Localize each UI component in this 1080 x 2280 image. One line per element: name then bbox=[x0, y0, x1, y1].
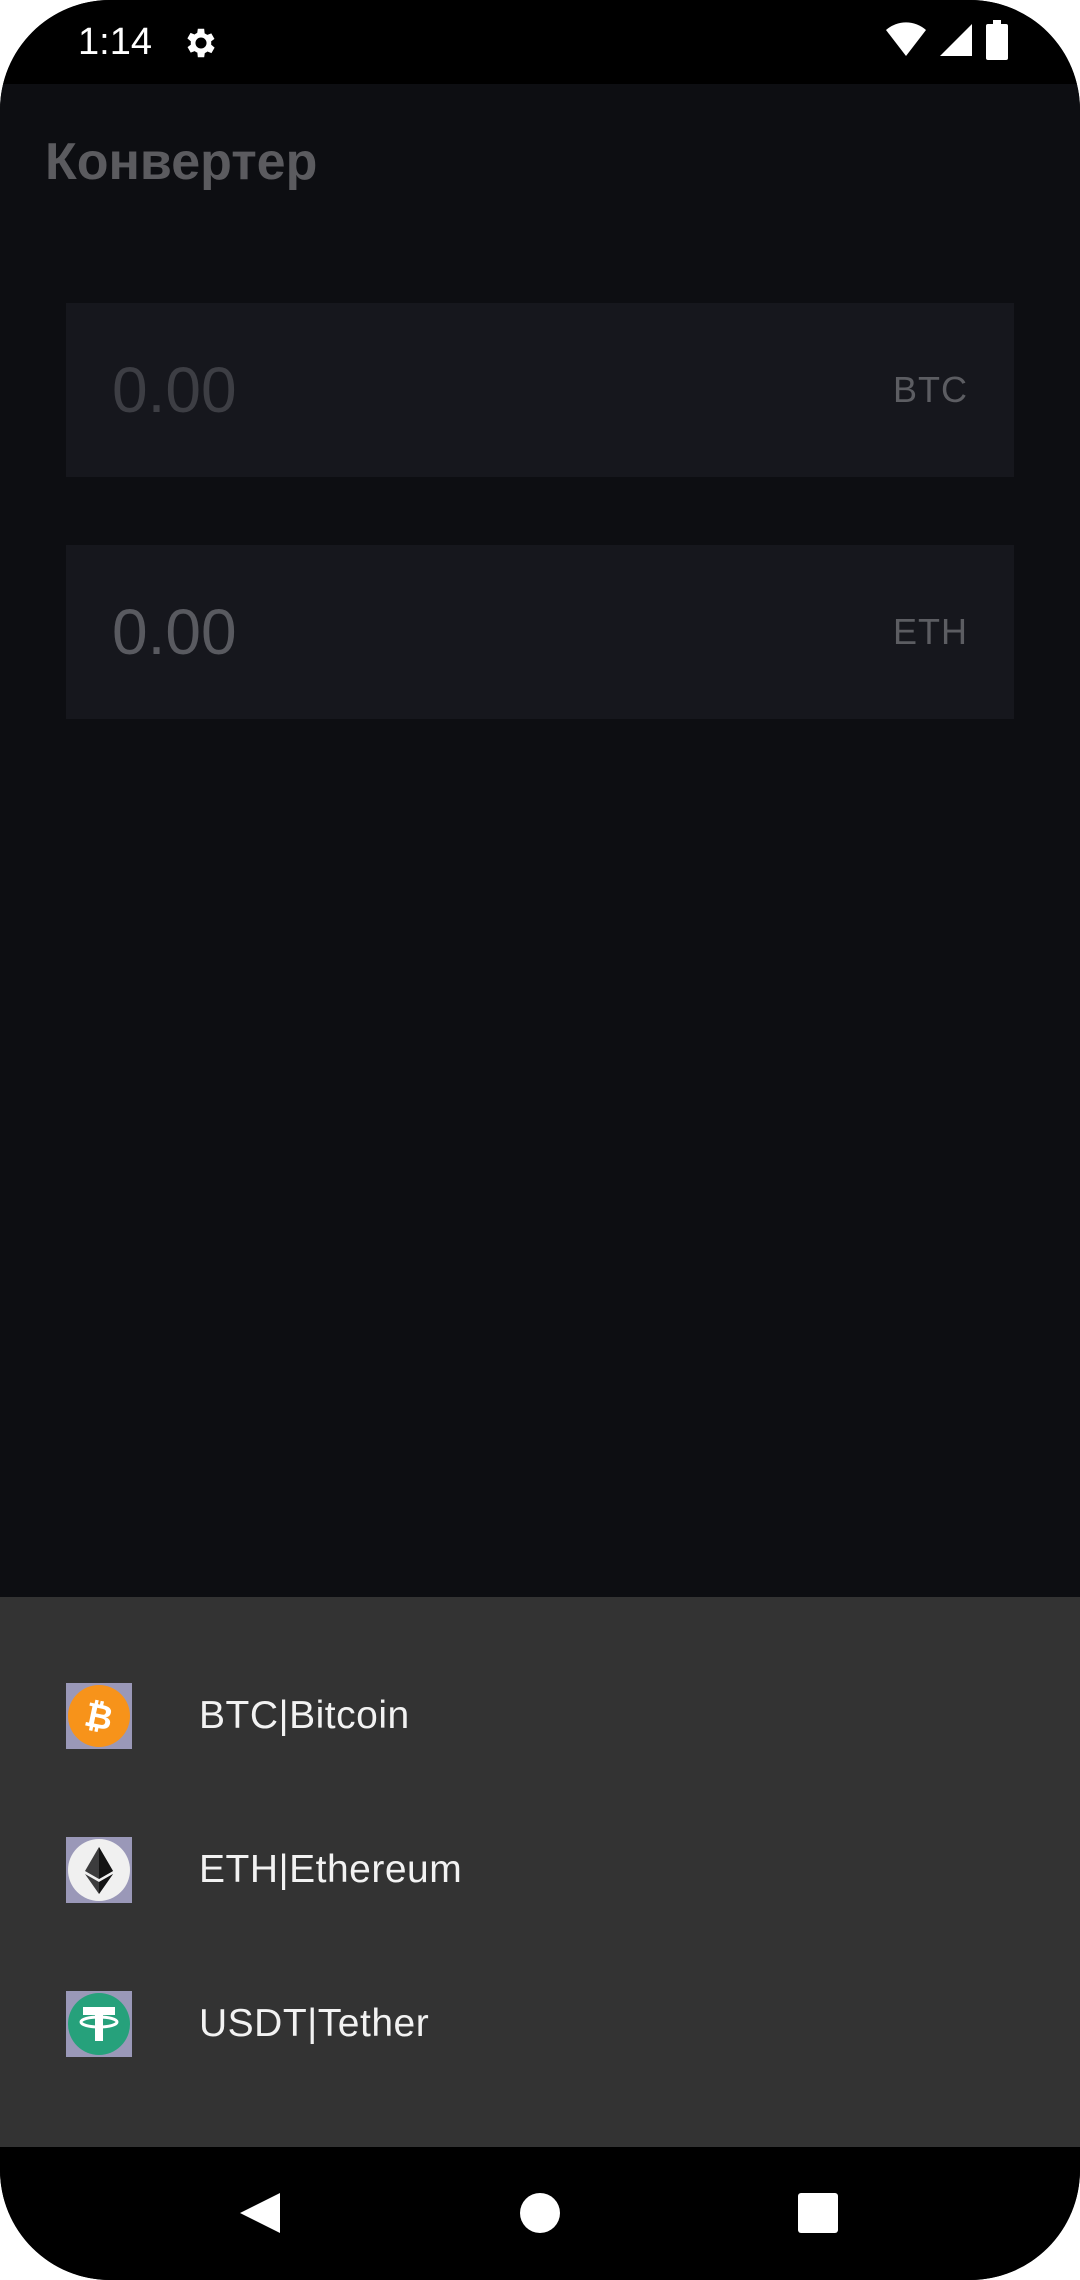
list-item-label: USDT|Tether bbox=[199, 2002, 430, 2045]
eth-amount-input[interactable]: 0.00 bbox=[112, 595, 237, 669]
tether-icon bbox=[66, 1991, 132, 2057]
app-screen: Конвертер 0.00 BTC 0.00 ETH bbox=[0, 84, 1080, 1597]
phone-frame: 1:14 Конвертер 0.00 BTC 0.00 ETH ₿ BTC|B… bbox=[0, 0, 1080, 2280]
status-bar: 1:14 bbox=[0, 0, 1080, 84]
list-item-eth[interactable]: ETH|Ethereum bbox=[0, 1793, 1080, 1947]
list-item-label: BTC|Bitcoin bbox=[199, 1694, 410, 1737]
list-item-btc[interactable]: ₿ BTC|Bitcoin bbox=[0, 1639, 1080, 1793]
list-item-usdt[interactable]: USDT|Tether bbox=[0, 1947, 1080, 2101]
battery-icon bbox=[986, 19, 1008, 65]
status-time: 1:14 bbox=[78, 21, 152, 63]
eth-amount-field[interactable]: 0.00 ETH bbox=[66, 545, 1014, 719]
bitcoin-icon: ₿ bbox=[66, 1683, 132, 1749]
home-icon[interactable] bbox=[500, 2173, 580, 2253]
navigation-bar bbox=[0, 2147, 1080, 2280]
btc-amount-input[interactable]: 0.00 bbox=[112, 353, 237, 427]
btc-currency-code: BTC bbox=[893, 369, 968, 410]
settings-icon bbox=[182, 24, 220, 62]
page-title: Конвертер bbox=[45, 133, 318, 191]
wifi-icon bbox=[886, 21, 926, 63]
back-icon[interactable] bbox=[220, 2173, 300, 2253]
signal-icon bbox=[938, 22, 974, 63]
ethereum-icon bbox=[66, 1837, 132, 1903]
btc-amount-field[interactable]: 0.00 BTC bbox=[66, 303, 1014, 477]
eth-currency-code: ETH bbox=[893, 611, 968, 652]
list-item-label: ETH|Ethereum bbox=[199, 1848, 463, 1891]
currency-bottom-sheet: ₿ BTC|Bitcoin ETH|Ethereum USDT|Tether bbox=[0, 1597, 1080, 2147]
recents-icon[interactable] bbox=[778, 2173, 858, 2253]
